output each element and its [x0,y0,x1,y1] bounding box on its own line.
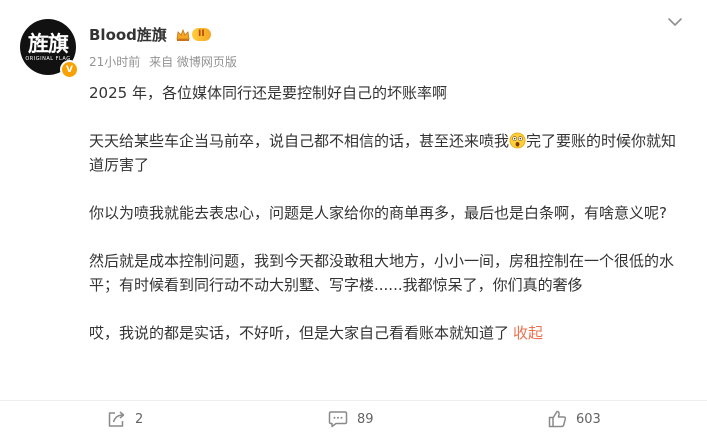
divider [0,400,707,401]
comment-count: 89 [357,411,374,427]
paragraph-2: 天天给某些车企当马前卒，说自己都不相信的话，甚至还来喷我 完了要账的时候你就知道… [89,129,679,177]
crown-icon [176,28,190,41]
comment-icon [328,411,348,428]
stunned-emoji-icon [509,132,526,149]
level-label: II [192,28,211,41]
post-source: 来自 微博网页版 [149,55,237,69]
comment-button[interactable]: 89 [328,408,374,430]
paragraph-5-text: 哎，我说的都是实话，不好听，但是大家自己看看账本就知道了 [89,324,510,342]
repost-icon [108,410,125,427]
like-button[interactable]: 603 [548,408,601,430]
username[interactable]: Blood旌旗 [89,24,167,45]
post-content: 2025 年，各位媒体同行还是要控制好自己的坏账率啊 天天给某些车企当马前卒，说… [89,81,679,369]
level-badge[interactable]: II [176,27,218,42]
repost-button[interactable]: 2 [107,408,143,430]
like-count: 603 [576,411,601,427]
post-time[interactable]: 21小时前 [89,55,140,69]
like-icon [548,410,567,428]
more-chevron-icon[interactable] [664,14,686,30]
weibo-post-card: 旌旗 ORIGINAL FLAG V Blood旌旗 II 21小时前 来自 微… [0,0,707,443]
repost-count: 2 [135,411,144,427]
post-meta: 21小时前 来自 微博网页版 [89,53,242,70]
paragraph-3: 你以为喷我就能去表忠心，问题是人家给你的商单再多，最后也是白条啊，有啥意义呢? [89,204,667,222]
paragraph-5: 哎，我说的都是实话，不好听，但是大家自己看看账本就知道了 收起 [89,321,679,345]
collapse-link[interactable]: 收起 [513,324,543,342]
paragraph-2-part-a: 天天给某些车企当马前卒，说自己都不相信的话，甚至还来喷我 [89,132,510,150]
paragraph-1: 2025 年，各位媒体同行还是要控制好自己的坏账率啊 [89,84,447,102]
verified-badge: V [60,60,79,79]
avatar-text: 旌旗 [28,30,69,56]
paragraph-4: 然后就是成本控制问题，我到今天都没敢租大地方，小小一间，房租控制在一个很低的水平… [89,252,675,294]
